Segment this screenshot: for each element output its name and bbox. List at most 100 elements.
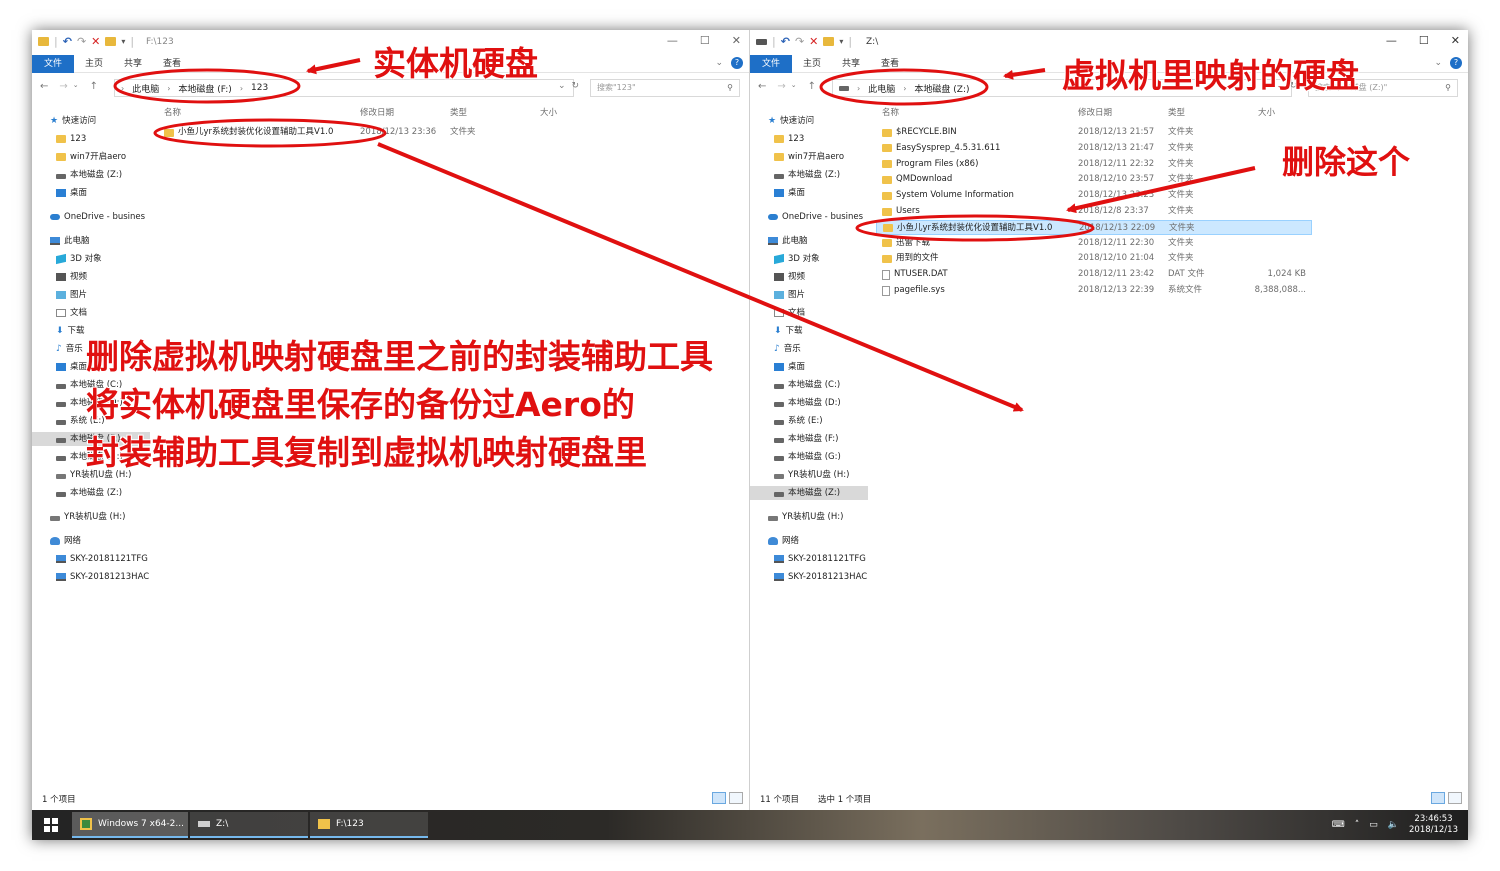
chevron-down-icon[interactable]: ⌄ bbox=[558, 81, 566, 91]
nav-item[interactable]: win7开启aero bbox=[774, 150, 844, 164]
chevron-down-icon[interactable]: ⌄ bbox=[715, 58, 723, 68]
nav-item[interactable]: YR装机U盘 (H:) bbox=[768, 510, 843, 524]
maximize-button[interactable]: ☐ bbox=[1419, 34, 1429, 47]
nav-item[interactable]: 此电脑 bbox=[768, 234, 808, 248]
tab-view[interactable]: 查看 bbox=[160, 55, 184, 73]
large-icons-view-button[interactable] bbox=[729, 792, 743, 804]
column-header-size[interactable]: 大小 bbox=[1258, 106, 1275, 118]
minimize-button[interactable]: — bbox=[667, 34, 678, 47]
column-header-type[interactable]: 类型 bbox=[1168, 106, 1185, 118]
file-row[interactable]: pagefile.sys 2018/12/13 22:39 系统文件 8,388,08… bbox=[876, 283, 1312, 298]
windows-start-icon[interactable] bbox=[44, 818, 58, 832]
redo-icon[interactable]: ↷ bbox=[795, 35, 804, 48]
file-row[interactable]: 小鱼儿yr系统封装优化设置辅助工具V1.0 2018/12/13 23:36 文件夹 bbox=[158, 125, 594, 140]
delete-icon[interactable]: ✕ bbox=[809, 35, 818, 48]
minimize-button[interactable]: — bbox=[1386, 34, 1397, 47]
file-row[interactable]: System Volume Information 2018/12/13 23:2… bbox=[876, 188, 1312, 203]
search-icon[interactable]: ⚲ bbox=[727, 80, 733, 96]
nav-item[interactable]: ♪ 音乐 bbox=[56, 342, 83, 356]
tab-file[interactable]: 文件 bbox=[750, 55, 792, 73]
up-icon[interactable]: ↑ bbox=[90, 81, 98, 92]
breadcrumb-item[interactable]: 本地磁盘 (Z:) bbox=[914, 82, 969, 95]
keyboard-icon[interactable]: ⌨ bbox=[1332, 820, 1345, 830]
nav-item[interactable]: 本地磁盘 (G:) bbox=[774, 450, 841, 464]
nav-item[interactable]: SKY-20181213HAC bbox=[774, 570, 867, 584]
tab-file[interactable]: 文件 bbox=[32, 55, 74, 73]
nav-item[interactable]: 桌面 bbox=[56, 360, 87, 374]
column-header-name[interactable]: 名称 bbox=[882, 106, 899, 118]
nav-item[interactable]: 本地磁盘 (F:) bbox=[774, 432, 838, 446]
search-icon[interactable]: ⚲ bbox=[1445, 80, 1451, 96]
qat-dropdown-icon[interactable]: ▾ bbox=[121, 37, 125, 46]
tab-home[interactable]: 主页 bbox=[800, 55, 824, 73]
nav-item[interactable]: 本地磁盘 (Z:) bbox=[774, 168, 840, 182]
help-icon[interactable]: ? bbox=[1450, 57, 1462, 69]
nav-item[interactable]: 网络 bbox=[50, 534, 81, 548]
redo-icon[interactable]: ↷ bbox=[77, 35, 86, 48]
column-header-date[interactable]: 修改日期 bbox=[360, 106, 394, 118]
back-icon[interactable]: ← bbox=[40, 81, 48, 92]
nav-item[interactable]: 文档 bbox=[56, 306, 87, 320]
network-icon[interactable]: ▭ bbox=[1369, 820, 1378, 830]
column-header-size[interactable]: 大小 bbox=[540, 106, 557, 118]
nav-item[interactable]: YR装机U盘 (H:) bbox=[774, 468, 849, 482]
nav-item[interactable]: 桌面 bbox=[774, 186, 805, 200]
nav-item[interactable]: 视频 bbox=[56, 270, 87, 284]
nav-item[interactable]: ★ 快速访问 bbox=[50, 114, 96, 128]
refresh-icon[interactable]: ↻ bbox=[572, 81, 580, 91]
large-icons-view-button[interactable] bbox=[1448, 792, 1462, 804]
forward-icon[interactable]: → bbox=[777, 81, 785, 92]
nav-item[interactable]: ⬇ 下载 bbox=[774, 324, 803, 338]
nav-item[interactable]: 此电脑 bbox=[50, 234, 90, 248]
file-row[interactable]: 用到的文件 2018/12/10 21:04 文件夹 bbox=[876, 251, 1312, 266]
column-header-date[interactable]: 修改日期 bbox=[1078, 106, 1112, 118]
details-view-button[interactable] bbox=[1431, 792, 1445, 804]
file-row[interactable]: $RECYCLE.BIN 2018/12/13 21:57 文件夹 bbox=[876, 125, 1312, 140]
nav-item[interactable]: 视频 bbox=[774, 270, 805, 284]
taskbar-item-vm[interactable]: Windows 7 x64-2... bbox=[72, 812, 188, 838]
file-row[interactable]: 小鱼儿yr系统封装优化设置辅助工具V1.0 2018/12/13 22:09 文件夹 bbox=[876, 219, 1312, 235]
new-folder-icon[interactable] bbox=[823, 37, 835, 46]
breadcrumb-item[interactable]: 本地磁盘 (F:) bbox=[178, 82, 231, 95]
back-icon[interactable]: ← bbox=[758, 81, 766, 92]
delete-icon[interactable]: ✕ bbox=[91, 35, 100, 48]
nav-item[interactable]: YR装机U盘 (H:) bbox=[50, 510, 125, 524]
undo-icon[interactable]: ↶ bbox=[63, 35, 72, 48]
nav-item[interactable]: win7开启aero bbox=[56, 150, 126, 164]
details-view-button[interactable] bbox=[712, 792, 726, 804]
tab-view[interactable]: 查看 bbox=[878, 55, 902, 73]
chevron-down-icon[interactable]: ⌄ bbox=[791, 81, 797, 92]
nav-item[interactable]: 本地磁盘 (Z:) bbox=[56, 168, 122, 182]
close-button[interactable]: ✕ bbox=[732, 34, 741, 47]
file-row[interactable]: Program Files (x86) 2018/12/11 22:32 文件夹 bbox=[876, 157, 1312, 172]
nav-item[interactable]: 本地磁盘 (D:) bbox=[774, 396, 841, 410]
file-row[interactable]: 迅雷下载 2018/12/11 22:30 文件夹 bbox=[876, 236, 1312, 251]
nav-item[interactable]: OneDrive - busines bbox=[50, 210, 145, 224]
chevron-up-icon[interactable]: ˄ bbox=[1355, 820, 1360, 830]
clock[interactable]: 23:46:53 2018/12/13 bbox=[1409, 814, 1458, 836]
nav-item[interactable]: 本地磁盘 (Z:) bbox=[750, 486, 868, 500]
nav-item[interactable]: 123 bbox=[56, 132, 86, 146]
maximize-button[interactable]: ☐ bbox=[700, 34, 710, 47]
nav-item[interactable]: 本地磁盘 (C:) bbox=[774, 378, 840, 392]
file-row[interactable]: EasySysprep_4.5.31.611 2018/12/13 21:47 文件… bbox=[876, 141, 1312, 156]
file-row[interactable]: Users 2018/12/8 23:37 文件夹 bbox=[876, 204, 1312, 219]
taskbar-item-z-drive[interactable]: Z:\ bbox=[190, 812, 308, 838]
tab-share[interactable]: 共享 bbox=[121, 55, 145, 73]
nav-item[interactable]: 图片 bbox=[774, 288, 805, 302]
new-folder-icon[interactable] bbox=[105, 37, 117, 46]
search-input[interactable]: 搜索"123" ⚲ bbox=[590, 79, 740, 97]
nav-item[interactable]: ♪ 音乐 bbox=[774, 342, 801, 356]
file-row[interactable]: NTUSER.DAT 2018/12/11 23:42 DAT 文件 1,024 KB bbox=[876, 267, 1312, 282]
breadcrumb-item[interactable]: 此电脑 bbox=[868, 82, 895, 95]
column-header-name[interactable]: 名称 bbox=[164, 106, 181, 118]
help-icon[interactable]: ? bbox=[731, 57, 743, 69]
up-icon[interactable]: ↑ bbox=[808, 81, 816, 92]
nav-item[interactable]: 文档 bbox=[774, 306, 805, 320]
column-header-type[interactable]: 类型 bbox=[450, 106, 467, 118]
nav-item[interactable]: 3D 对象 bbox=[774, 252, 820, 266]
nav-item[interactable]: SKY-20181213HAC bbox=[56, 570, 149, 584]
breadcrumb-item[interactable]: 此电脑 bbox=[132, 82, 159, 95]
nav-item[interactable]: ★ 快速访问 bbox=[768, 114, 814, 128]
tab-share[interactable]: 共享 bbox=[839, 55, 863, 73]
